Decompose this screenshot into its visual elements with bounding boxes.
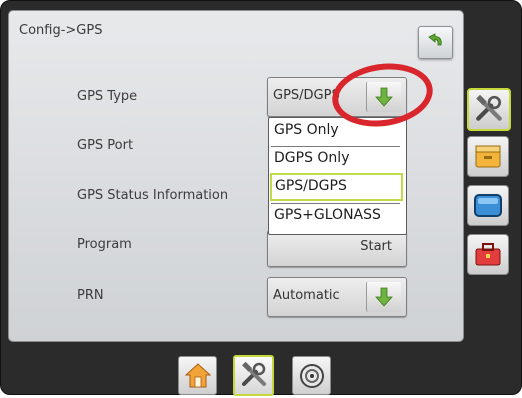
prn-value: Automatic	[273, 288, 340, 303]
back-button[interactable]	[418, 26, 453, 59]
gauge-icon	[300, 364, 324, 388]
side-toolbox-button[interactable]	[467, 234, 509, 275]
tools-icon	[476, 95, 502, 121]
toolbox-icon	[475, 243, 501, 266]
option-label: GPS Only	[274, 122, 339, 138]
option-gps-dgps[interactable]: GPS/DGPS	[270, 173, 403, 201]
option-gps-glonass[interactable]: GPS+GLONASS	[271, 203, 400, 228]
side-folder-button[interactable]	[467, 136, 509, 177]
gps-port-label: GPS Port	[77, 138, 134, 153]
tab-gauge[interactable]	[292, 356, 331, 395]
gps-type-dropdown-list: GPS Only DGPS Only GPS/DGPS GPS+GLONASS	[268, 117, 407, 235]
program-start-label: Start	[360, 239, 392, 254]
gps-status-label: GPS Status Information	[77, 188, 229, 203]
home-icon	[184, 363, 212, 388]
side-toolbar	[464, 10, 514, 340]
side-config-button[interactable]	[467, 88, 511, 131]
tab-home[interactable]	[178, 356, 217, 395]
config-panel: Config->GPS GPS Type GPS Port GPS Status…	[8, 10, 464, 396]
option-label: GPS/DGPS	[275, 178, 347, 194]
breadcrumb: Config->GPS	[19, 23, 103, 38]
option-dgps-only[interactable]: DGPS Only	[271, 146, 400, 171]
tools-icon	[242, 362, 266, 386]
green-down-arrow-icon	[375, 287, 393, 307]
prn-label: PRN	[77, 288, 104, 303]
prn-select[interactable]: Automatic	[267, 277, 407, 317]
device-frame: Config->GPS GPS Type GPS Port GPS Status…	[0, 0, 522, 396]
back-arrow-icon	[428, 33, 442, 46]
program-label: Program	[77, 237, 132, 252]
side-screen-button[interactable]	[467, 185, 509, 226]
screen-icon	[474, 194, 502, 217]
gps-type-label: GPS Type	[77, 89, 138, 104]
option-label: GPS+GLONASS	[274, 207, 381, 223]
program-start-button[interactable]: Start	[267, 230, 407, 267]
gps-type-value: GPS/DGPS	[273, 88, 340, 103]
tab-config[interactable]	[233, 355, 274, 396]
folder-icon	[475, 145, 501, 168]
prn-dropdown-button[interactable]	[366, 282, 401, 312]
bottom-tab-bar	[9, 348, 465, 398]
option-label: DGPS Only	[274, 150, 350, 166]
